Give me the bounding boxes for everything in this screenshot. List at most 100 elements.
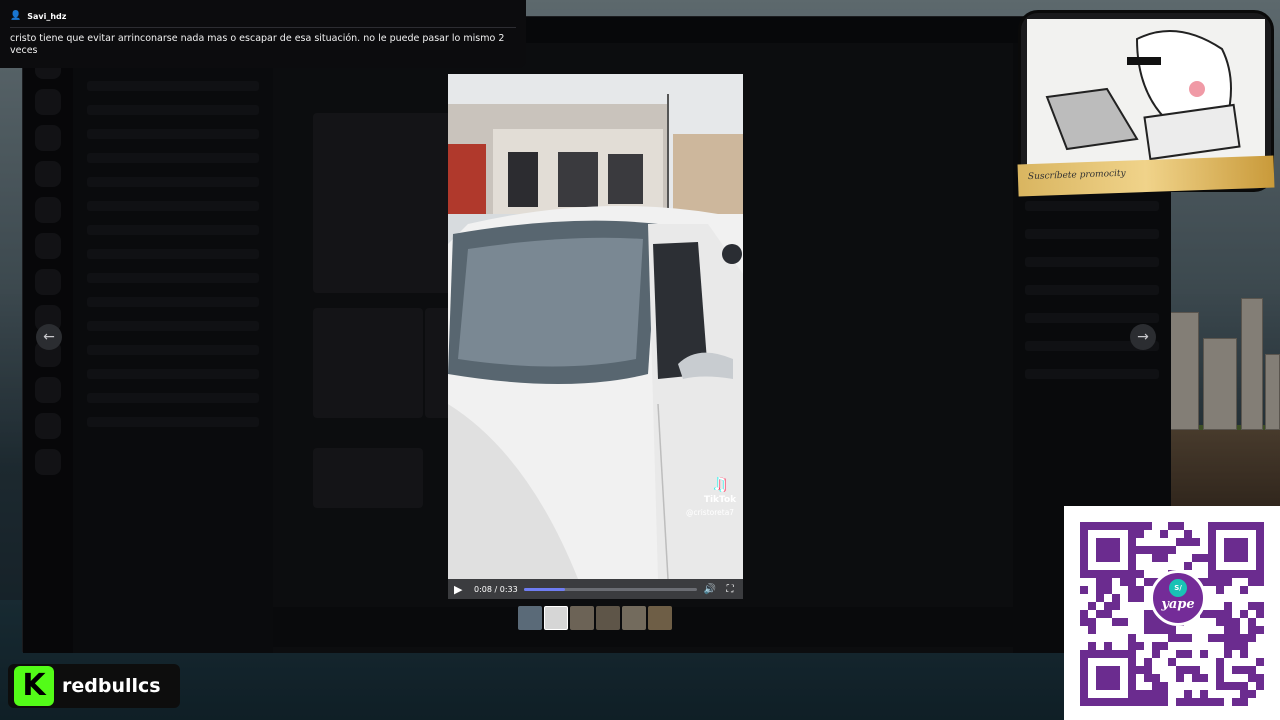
qr-module <box>1240 586 1248 594</box>
arrow-left-icon: ← <box>43 329 55 345</box>
qr-module <box>1184 554 1192 562</box>
play-icon: ▶ <box>454 582 463 596</box>
cat-keyboard-art <box>1027 19 1265 179</box>
qr-module <box>1144 634 1152 642</box>
qr-module <box>1152 554 1160 562</box>
qr-module <box>1168 538 1176 546</box>
media-thumbnail[interactable] <box>596 606 620 630</box>
qr-module <box>1136 578 1144 586</box>
qr-module <box>1128 626 1136 634</box>
qr-module <box>1224 682 1232 690</box>
stream-overlay-widget: Suscríbete promocity <box>1017 10 1275 197</box>
qr-module <box>1160 522 1168 530</box>
qr-module <box>1136 626 1144 634</box>
qr-module <box>1232 682 1240 690</box>
qr-module <box>1216 594 1224 602</box>
qr-module <box>1232 666 1240 674</box>
qr-module <box>1152 666 1160 674</box>
qr-module <box>1160 690 1168 698</box>
qr-module <box>1144 626 1152 634</box>
qr-module <box>1096 634 1104 642</box>
qr-module <box>1184 546 1192 554</box>
qr-module <box>1152 642 1160 650</box>
qr-module <box>1200 674 1208 682</box>
qr-module <box>1184 698 1192 706</box>
tiktok-text: TikTok <box>703 495 737 505</box>
qr-module <box>1256 610 1264 618</box>
yape-logo-text: yape <box>1161 597 1195 612</box>
qr-module <box>1192 562 1200 570</box>
qr-module <box>1248 602 1256 610</box>
qr-module <box>1240 634 1248 642</box>
qr-module <box>1232 674 1240 682</box>
qr-module <box>1256 626 1264 634</box>
qr-module <box>1200 690 1208 698</box>
media-thumbnail[interactable] <box>544 606 568 630</box>
qr-module <box>1200 530 1208 538</box>
qr-module <box>1184 634 1192 642</box>
qr-module <box>1152 562 1160 570</box>
qr-module <box>1160 666 1168 674</box>
qr-module <box>1176 658 1184 666</box>
qr-module <box>1256 690 1264 698</box>
media-thumbnail[interactable] <box>570 606 594 630</box>
qr-module <box>1192 698 1200 706</box>
qr-module <box>1256 602 1264 610</box>
qr-module <box>1232 594 1240 602</box>
video-progress-bar[interactable] <box>523 587 697 591</box>
qr-module <box>1216 578 1224 586</box>
qr-module <box>1168 642 1176 650</box>
next-media-button[interactable]: → <box>1130 324 1156 350</box>
qr-module <box>1160 674 1168 682</box>
qr-module <box>1232 610 1240 618</box>
previous-media-button[interactable]: ← <box>36 324 62 350</box>
qr-module <box>1160 562 1168 570</box>
volume-button[interactable]: 🔊 <box>703 584 717 595</box>
qr-module <box>1152 698 1160 706</box>
qr-module <box>1208 634 1216 642</box>
qr-module <box>1136 554 1144 562</box>
qr-module <box>1160 626 1168 634</box>
qr-module <box>1200 658 1208 666</box>
qr-module <box>1088 578 1096 586</box>
qr-module <box>1200 618 1208 626</box>
qr-module <box>1120 602 1128 610</box>
qr-module <box>1112 602 1120 610</box>
qr-module <box>1144 530 1152 538</box>
qr-module <box>1168 650 1176 658</box>
qr-module <box>1240 618 1248 626</box>
qr-module <box>1144 538 1152 546</box>
qr-module <box>1176 666 1184 674</box>
play-button[interactable]: ▶ <box>454 583 468 596</box>
qr-module <box>1184 642 1192 650</box>
qr-module <box>1136 530 1144 538</box>
video-frame <box>448 74 743 579</box>
qr-module <box>1224 586 1232 594</box>
media-thumbnail[interactable] <box>622 606 646 630</box>
qr-module <box>1176 522 1184 530</box>
qr-module <box>1256 658 1264 666</box>
qr-module <box>1144 610 1152 618</box>
qr-module <box>1128 586 1136 594</box>
qr-module <box>1232 642 1240 650</box>
media-thumbnail[interactable] <box>648 606 672 630</box>
qr-module <box>1192 674 1200 682</box>
qr-module <box>1184 522 1192 530</box>
qr-module <box>1256 650 1264 658</box>
qr-module <box>1224 650 1232 658</box>
qr-module <box>1152 522 1160 530</box>
fullscreen-button[interactable]: ⛶ <box>723 584 737 595</box>
qr-module <box>1144 554 1152 562</box>
qr-module <box>1240 650 1248 658</box>
qr-module <box>1176 626 1184 634</box>
qr-module <box>1144 562 1152 570</box>
qr-module <box>1232 658 1240 666</box>
qr-module <box>1168 634 1176 642</box>
video-player[interactable]: ♫ TikTok @cristoreta7 <box>448 74 743 599</box>
media-thumbnail[interactable] <box>518 606 542 630</box>
qr-module <box>1256 634 1264 642</box>
qr-module <box>1184 674 1192 682</box>
qr-module <box>1248 682 1256 690</box>
chat-message-text: cristo tiene que evitar arrinconarse nad… <box>10 33 505 56</box>
qr-module <box>1248 578 1256 586</box>
